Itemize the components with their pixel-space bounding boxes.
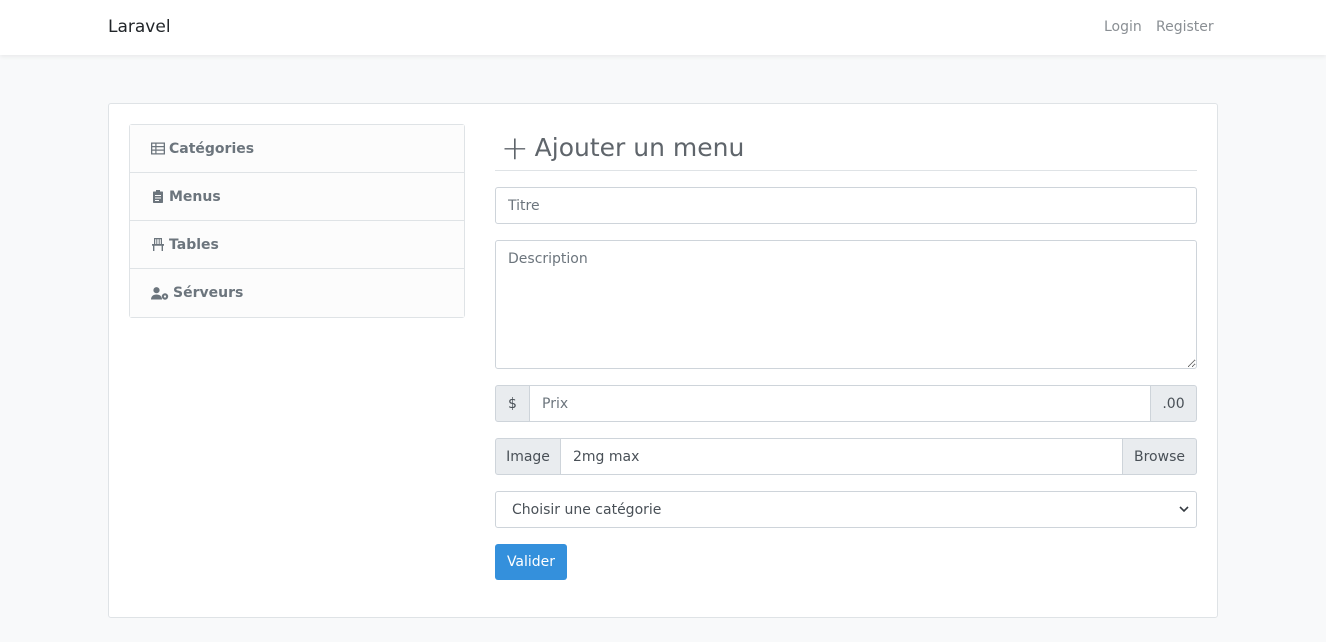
plus-icon: + (501, 127, 529, 167)
sidebar-item-serveurs[interactable]: Sérveurs (130, 269, 464, 317)
main-card: Catégories Menus Tables Sérveurs + Ajout… (108, 103, 1218, 618)
price-input[interactable] (530, 385, 1150, 422)
title-input[interactable] (495, 187, 1197, 224)
image-label: Image (495, 438, 561, 475)
sidebar-item-tables[interactable]: Tables (130, 221, 464, 269)
table-icon (150, 142, 166, 156)
page-title: Ajouter un menu (534, 132, 745, 162)
price-input-group: $ .00 (495, 385, 1197, 422)
browse-button[interactable]: Browse (1122, 438, 1197, 475)
image-file-input[interactable]: 2mg max (561, 438, 1122, 475)
chair-icon (150, 238, 166, 252)
category-select[interactable]: Choisir une catégorie (495, 491, 1197, 528)
sidebar-item-label: Catégories (169, 140, 255, 157)
login-link[interactable]: Login (1104, 19, 1142, 35)
brand-link[interactable]: Laravel (108, 17, 171, 37)
sidebar-item-categories[interactable]: Catégories (130, 125, 464, 173)
user-cog-icon (150, 286, 170, 300)
add-menu-form: + Ajouter un menu $ .00 Image 2mg max Br… (495, 124, 1197, 580)
sidebar-item-menus[interactable]: Menus (130, 173, 464, 221)
image-upload-group[interactable]: Image 2mg max Browse (495, 438, 1197, 475)
register-link[interactable]: Register (1156, 19, 1214, 35)
submit-button[interactable]: Valider (495, 544, 567, 580)
navbar: Laravel Login Register (0, 0, 1326, 55)
clipboard-icon (150, 190, 166, 204)
sidebar-menu: Catégories Menus Tables Sérveurs (129, 124, 465, 318)
cents-suffix: .00 (1150, 385, 1197, 422)
currency-prefix: $ (495, 385, 530, 422)
sidebar-item-label: Tables (169, 236, 219, 253)
chevron-down-icon (1179, 506, 1189, 513)
description-textarea[interactable] (495, 240, 1197, 369)
form-heading: + Ajouter un menu (495, 124, 1197, 171)
category-select-value: Choisir une catégorie (512, 501, 662, 518)
sidebar-item-label: Sérveurs (173, 285, 244, 301)
sidebar-item-label: Menus (169, 188, 221, 205)
